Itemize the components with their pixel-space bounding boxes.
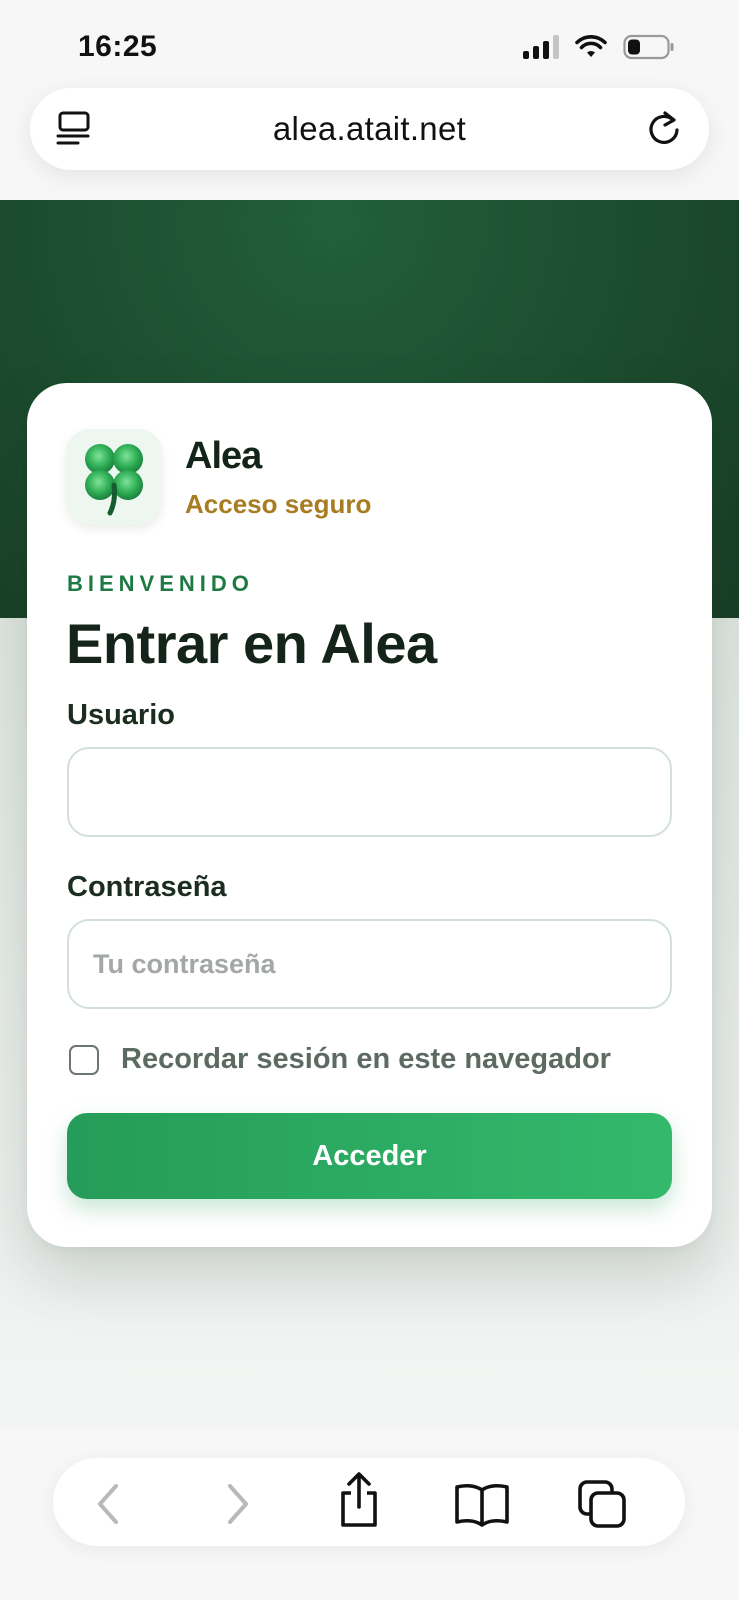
status-time: 16:25 xyxy=(78,30,158,63)
wifi-icon xyxy=(575,35,607,57)
login-card: Alea Acceso seguro BIENVENIDO Entrar en … xyxy=(27,383,712,1247)
reader-view-icon[interactable] xyxy=(54,108,96,150)
four-leaf-clover-icon xyxy=(66,429,162,525)
remember-label[interactable]: Recordar sesión en este navegador xyxy=(121,1043,611,1076)
remember-session[interactable]: Recordar sesión en este navegador xyxy=(69,1043,611,1076)
app-subtitle: Acceso seguro xyxy=(185,489,372,519)
forward-icon[interactable] xyxy=(211,1478,263,1530)
battery-icon xyxy=(623,34,674,60)
status-bar: 16:25 xyxy=(0,0,739,90)
cellular-signal-icon xyxy=(523,35,559,59)
page-title: Entrar en Alea xyxy=(66,612,437,675)
url-bar[interactable]: alea.atait.net xyxy=(30,88,709,170)
welcome-eyebrow: BIENVENIDO xyxy=(67,571,254,596)
url-text[interactable]: alea.atait.net xyxy=(273,110,466,148)
username-label: Usuario xyxy=(67,699,175,731)
bookmarks-icon[interactable] xyxy=(451,1478,513,1530)
status-icons xyxy=(523,34,675,60)
browser-toolbar xyxy=(53,1458,685,1546)
share-icon[interactable] xyxy=(331,1468,387,1532)
submit-button[interactable]: Acceder xyxy=(67,1113,672,1199)
password-label: Contraseña xyxy=(67,871,227,903)
back-icon[interactable] xyxy=(83,1478,135,1530)
reload-icon[interactable] xyxy=(643,108,685,150)
username-input[interactable] xyxy=(67,747,672,837)
tabs-icon[interactable] xyxy=(575,1478,631,1530)
app-name: Alea xyxy=(185,435,262,477)
password-input[interactable] xyxy=(67,919,672,1009)
remember-checkbox[interactable] xyxy=(69,1044,99,1075)
